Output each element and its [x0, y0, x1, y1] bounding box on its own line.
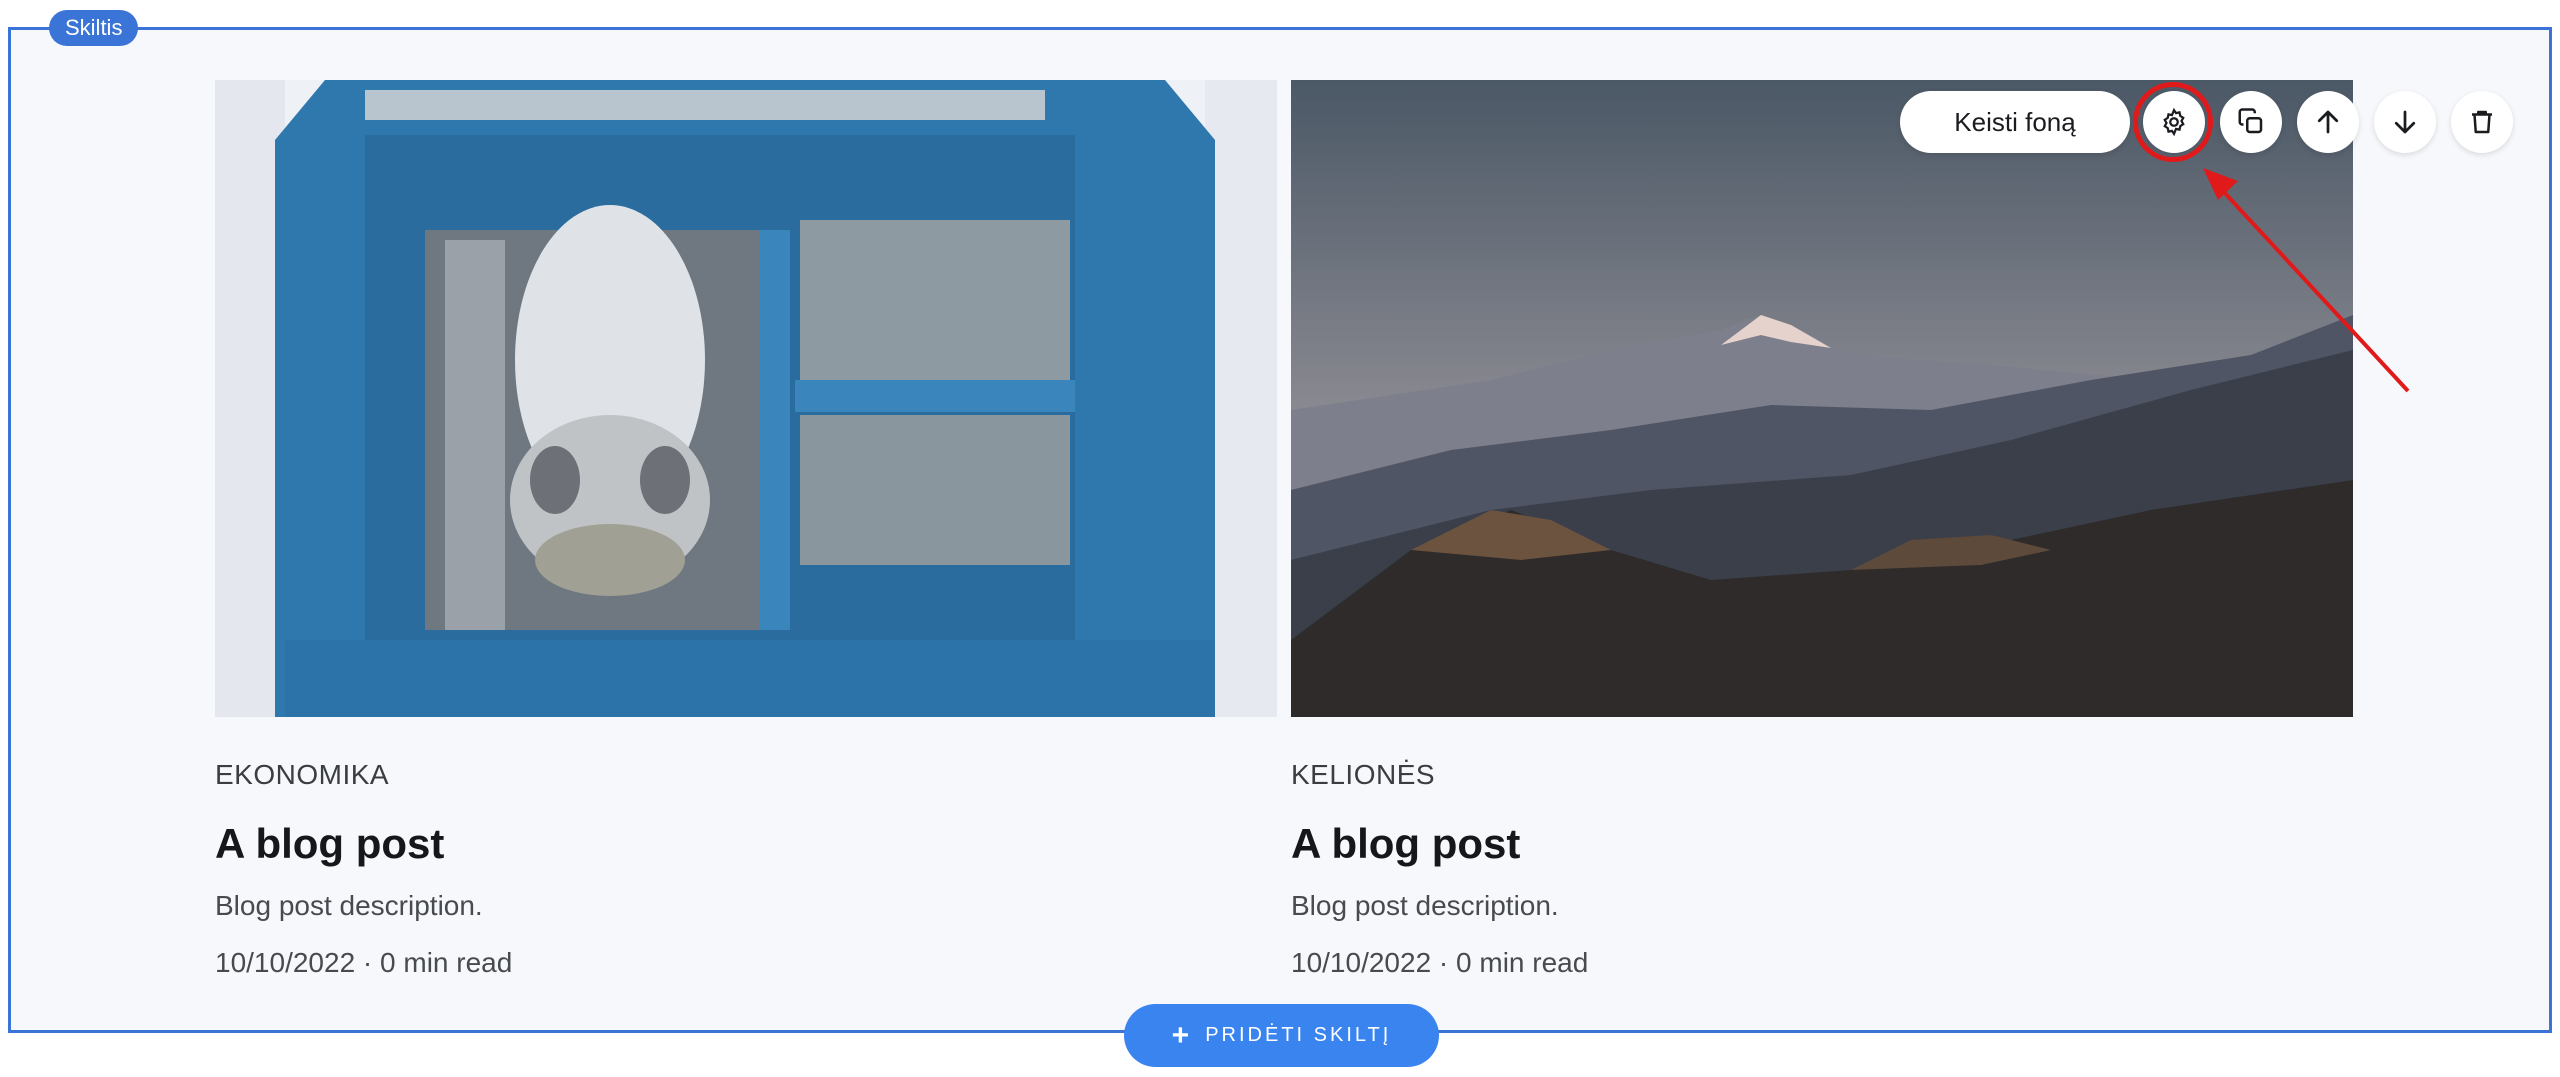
section-tag[interactable]: Skiltis	[49, 10, 139, 46]
duplicate-button[interactable]	[2220, 91, 2282, 153]
delete-button[interactable]	[2451, 91, 2513, 153]
add-section-button[interactable]: + PRIDĖTI SKILTĮ	[1124, 1004, 1439, 1067]
arrow-up-icon	[2317, 110, 2339, 134]
post-title[interactable]: A blog post	[1291, 820, 1520, 868]
post-title[interactable]: A blog post	[215, 820, 444, 868]
arrow-down-icon	[2394, 110, 2416, 134]
post-meta: 10/10/2022 · 0 min read	[215, 947, 513, 978]
blog-card[interactable]: KELIONĖS A blog post Blog post descripti…	[1291, 80, 2353, 978]
post-meta: 10/10/2022 · 0 min read	[1291, 947, 1589, 978]
annotation-highlight-circle	[2133, 82, 2213, 162]
move-down-button[interactable]	[2374, 91, 2436, 153]
post-description: Blog post description.	[215, 890, 483, 921]
change-background-button[interactable]: Keisti foną	[1900, 91, 2130, 153]
post-category: EKONOMIKA	[215, 759, 390, 790]
trash-icon	[2472, 110, 2492, 134]
move-up-button[interactable]	[2297, 91, 2359, 153]
blog-card[interactable]: EKONOMIKA A blog post Blog post descript…	[215, 80, 1277, 978]
plus-icon: +	[1171, 1018, 1190, 1052]
section-frame[interactable]: EKONOMIKA A blog post Blog post descript…	[8, 27, 2552, 1033]
blog-post-image-horse[interactable]	[215, 80, 1277, 717]
post-description: Blog post description.	[1291, 890, 1559, 921]
duplicate-icon	[2238, 108, 2263, 134]
blog-post-image-mountain[interactable]	[1291, 80, 2353, 717]
post-category: KELIONĖS	[1291, 759, 1436, 790]
add-section-label: PRIDĖTI SKILTĮ	[1205, 1024, 1392, 1046]
